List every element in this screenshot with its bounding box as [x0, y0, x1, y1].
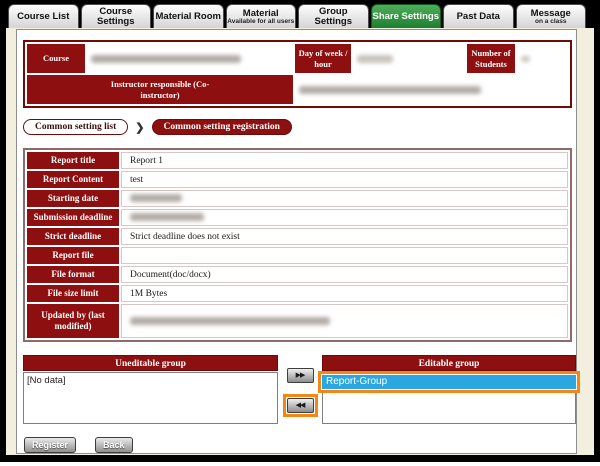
tab-label: Course List — [17, 12, 69, 22]
register-button[interactable]: Register — [24, 437, 76, 453]
row-label: File format — [27, 266, 119, 283]
row-value — [121, 304, 568, 338]
list-item[interactable]: [No data] — [24, 373, 277, 388]
course-label: Course — [27, 44, 85, 73]
row-value — [121, 247, 568, 264]
tab-course-list[interactable]: Course List — [8, 4, 79, 29]
day-of-week-value — [353, 44, 465, 73]
row-label: Updated by (last modified) — [27, 304, 119, 338]
tab-label: Share Settings — [372, 12, 439, 22]
group-move-controls: ▶▶ ◀◀ — [280, 355, 320, 417]
table-row: Report Contenttest — [27, 171, 568, 188]
tab-share-settings[interactable]: Share Settings — [371, 4, 442, 29]
tab-label: Course Settings — [82, 7, 151, 27]
students-value — [517, 44, 568, 73]
table-row: Report titleReport 1 — [27, 152, 568, 169]
uneditable-group-listbox[interactable]: [No data] — [23, 372, 278, 424]
students-label: Number of Students — [467, 44, 515, 73]
row-label: Report Content — [27, 171, 119, 188]
instructor-value — [295, 75, 568, 104]
row-value: 1M Bytes — [121, 285, 568, 302]
editable-group-title: Editable group — [322, 355, 576, 371]
common-setting-registration-badge: Common setting registration — [152, 119, 292, 135]
redacted-value — [130, 194, 182, 202]
table-row: Starting date — [27, 190, 568, 207]
tab-material[interactable]: MaterialAvailable for all users — [226, 4, 297, 29]
row-value: Strict deadline does not exist — [121, 228, 568, 245]
table-row: Strict deadlineStrict deadline does not … — [27, 228, 568, 245]
row-value: Document(doc/docx) — [121, 266, 568, 283]
report-detail-table: Report titleReport 1Report ContenttestSt… — [23, 148, 572, 342]
row-value — [121, 209, 568, 226]
row-label: Strict deadline — [27, 228, 119, 245]
row-label: Starting date — [27, 190, 119, 207]
app-window: Course List Course Settings Material Room M… — [0, 0, 600, 466]
bottom-margin — [0, 462, 600, 466]
tab-label: Past Data — [457, 12, 500, 22]
tab-course-settings[interactable]: Course Settings — [81, 4, 152, 29]
tab-material-room[interactable]: Material Room — [153, 4, 224, 29]
redacted-students-value — [521, 56, 530, 62]
table-row: File formatDocument(doc/docx) — [27, 266, 568, 283]
annotation-highlight-box: Report-Group — [318, 371, 580, 393]
uneditable-group-title: Uneditable group — [23, 355, 278, 371]
row-label: Report title — [27, 152, 119, 169]
redacted-course-value — [91, 55, 241, 63]
move-right-button[interactable]: ▶▶ — [287, 368, 314, 383]
row-value: Report 1 — [121, 152, 568, 169]
tab-label: Material Room — [156, 12, 221, 22]
table-row: Submission deadline — [27, 209, 568, 226]
redacted-day-value — [357, 55, 393, 63]
tab-message[interactable]: Messageon a class — [516, 4, 587, 29]
tab-past-data[interactable]: Past Data — [443, 4, 514, 29]
row-label: File size limit — [27, 285, 119, 302]
tab-sublabel: on a class — [535, 19, 566, 26]
editable-group-listbox[interactable]: Report-Group — [322, 372, 576, 424]
redacted-instructor-value — [299, 86, 481, 94]
table-row: File size limit1M Bytes — [27, 285, 568, 302]
row-value: test — [121, 171, 568, 188]
common-setting-list-button[interactable]: Common setting list — [23, 119, 128, 135]
list-item-selected[interactable]: Report-Group — [322, 375, 576, 389]
row-value — [121, 190, 568, 207]
redacted-value — [130, 317, 330, 325]
tab-label: Group Settings — [299, 7, 368, 27]
instructor-label: Instructor responsible (Co-instructor) — [27, 75, 293, 104]
annotation-highlight-box: ◀◀ — [283, 394, 318, 417]
tab-group-settings[interactable]: Group Settings — [298, 4, 369, 29]
day-of-week-label: Day of week / hour — [295, 44, 351, 73]
content-panel: Course Day of week / hour Number of Stud… — [16, 29, 577, 454]
back-button[interactable]: Back — [95, 437, 133, 453]
table-row: Updated by (last modified) — [27, 304, 568, 338]
editable-group-panel: Editable group Report-Group — [322, 355, 576, 424]
footer-actions: Register Back — [24, 437, 133, 453]
course-value — [87, 44, 293, 73]
table-row: Report file — [27, 247, 568, 264]
tab-sublabel: Available for all users — [227, 19, 294, 26]
tab-bar: Course List Course Settings Material Room M… — [8, 4, 586, 29]
uneditable-group-panel: Uneditable group [No data] — [23, 355, 278, 424]
move-left-button[interactable]: ◀◀ — [287, 398, 314, 413]
breadcrumb: Common setting list ❯ Common setting reg… — [23, 117, 292, 137]
row-label: Submission deadline — [27, 209, 119, 226]
course-info-table: Course Day of week / hour Number of Stud… — [23, 40, 572, 108]
row-label: Report file — [27, 247, 119, 264]
redacted-value — [130, 213, 204, 221]
breadcrumb-chevron-icon: ❯ — [135, 121, 144, 134]
